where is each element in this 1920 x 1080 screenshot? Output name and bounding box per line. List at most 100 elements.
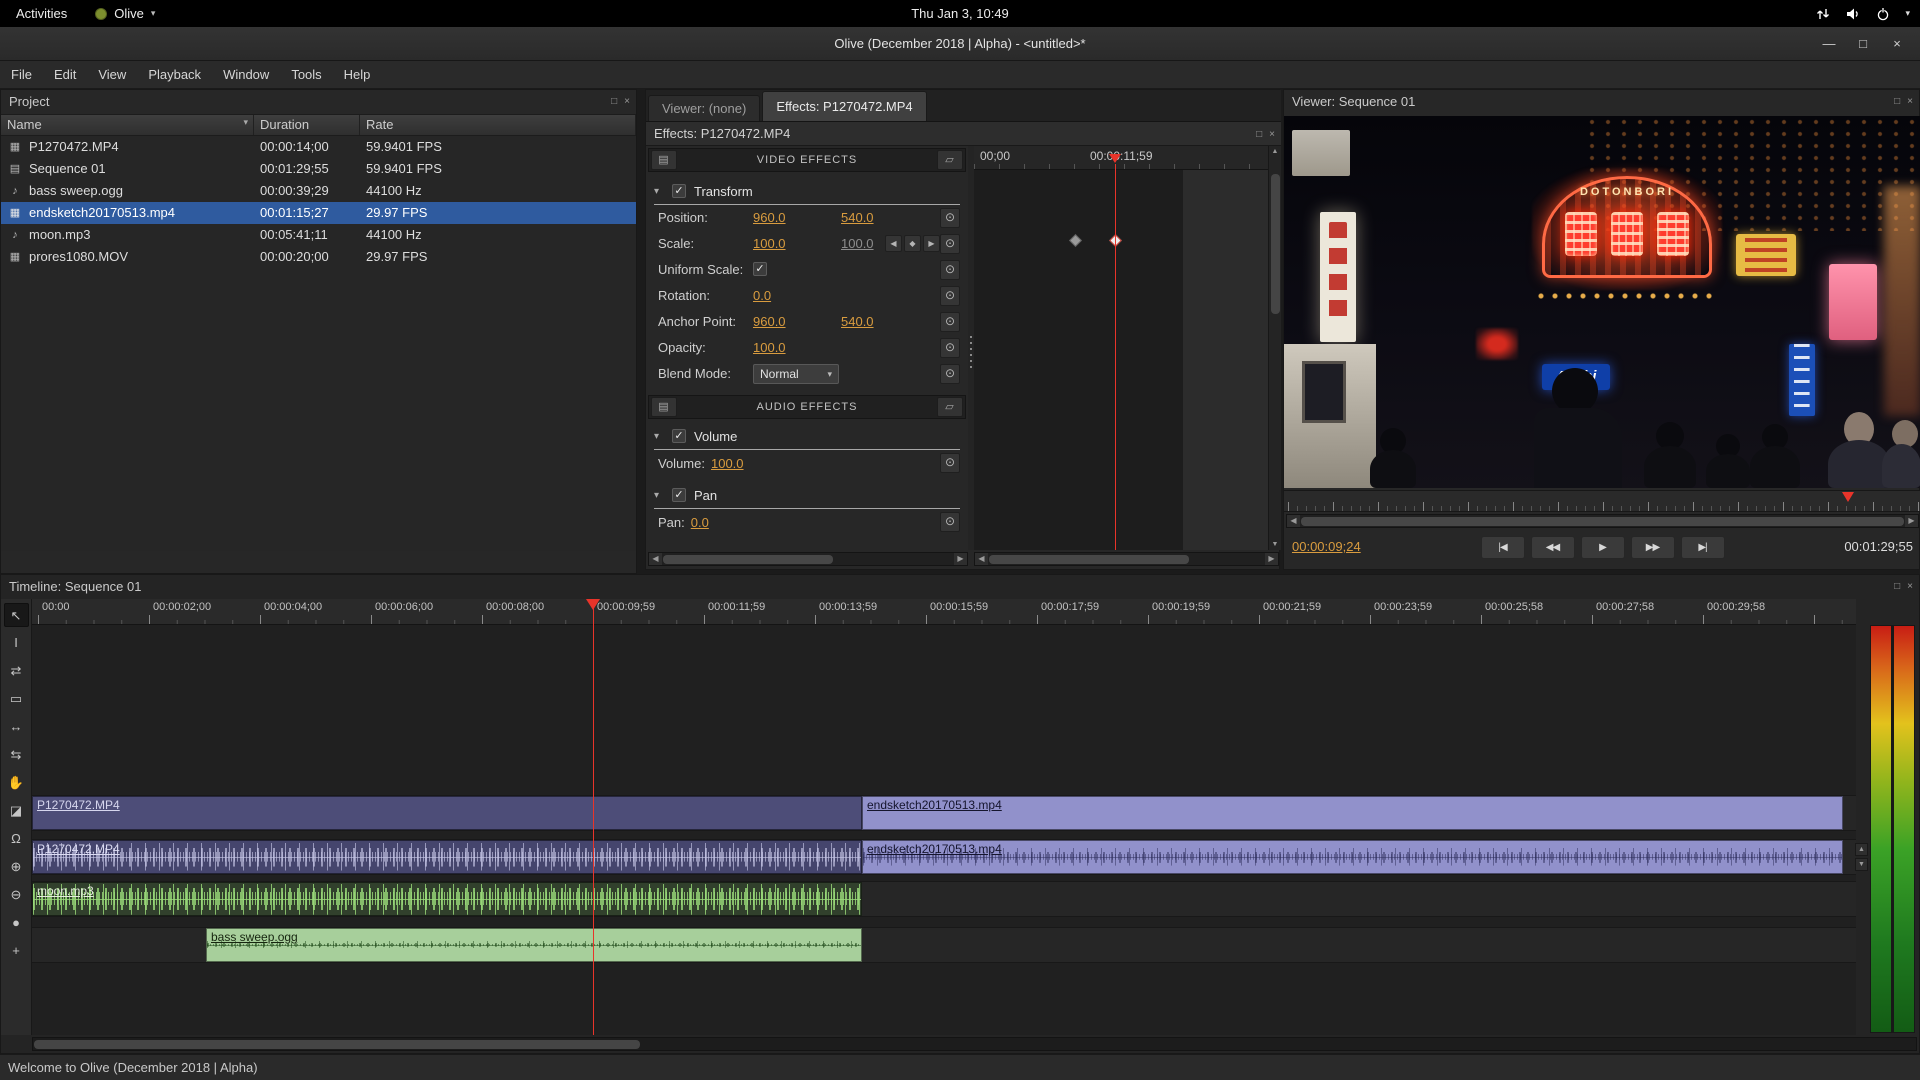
scroll-right-icon[interactable]: ▶ (1905, 515, 1918, 527)
menu-view[interactable]: View (87, 61, 137, 88)
panel-popout-icon[interactable]: □ (611, 90, 617, 114)
keyframe-toggle-icon[interactable]: ⊙ (940, 234, 960, 254)
media-row[interactable]: ♪ bass sweep.ogg 00:00:39;29 44100 Hz (1, 180, 636, 202)
position-y-value[interactable]: 540.0 (841, 210, 874, 225)
media-row-selected[interactable]: ▦ endsketch20170513.mp4 00:01:15;27 29.97… (1, 202, 636, 224)
anchor-x-value[interactable]: 960.0 (753, 314, 786, 329)
timeline-clip-video[interactable]: P1270472.MP4 (32, 796, 862, 830)
menu-edit[interactable]: Edit (43, 61, 87, 88)
viewer-playhead-marker[interactable] (1842, 492, 1854, 508)
anchor-y-value[interactable]: 540.0 (841, 314, 874, 329)
go-to-end-button[interactable]: ▶| (1680, 536, 1725, 559)
hand-tool-icon[interactable]: ✋ (4, 771, 29, 795)
opacity-value[interactable]: 100.0 (753, 340, 786, 355)
timeline-clip-audio[interactable]: moon.mp3 (32, 882, 862, 916)
scrollbar-thumb[interactable] (34, 1040, 640, 1049)
activities-button[interactable]: Activities (0, 0, 83, 27)
transform-enabled-checkbox[interactable]: ✓ (672, 184, 686, 198)
keyframe-ruler[interactable]: 00;00 00:00:11;59 (974, 146, 1268, 170)
app-menu-button[interactable]: Olive ▾ (83, 0, 167, 27)
timeline-clip-audio[interactable]: bass sweep.ogg (206, 928, 862, 962)
slide-tool-icon[interactable]: ⇆ (4, 743, 29, 767)
project-media-list[interactable]: ▦ P1270472.MP4 00:00:14;00 59.9401 FPS ▤ S… (1, 136, 636, 551)
keyframe-toggle-icon[interactable]: ⊙ (940, 312, 960, 332)
timeline-clip-audio[interactable]: endsketch20170513.mp4 (862, 840, 1843, 874)
viewer-ruler[interactable] (1284, 490, 1920, 512)
play-button[interactable]: ▶ (1580, 536, 1625, 559)
menu-playback[interactable]: Playback (137, 61, 212, 88)
keyframe-toggle-icon[interactable]: ⊙ (940, 286, 960, 306)
record-icon[interactable]: ● (4, 911, 29, 935)
desktop-clock[interactable]: Thu Jan 3, 10:49 (911, 0, 1009, 27)
scroll-down-icon[interactable]: ▼ (1269, 541, 1281, 548)
scrollbar-thumb[interactable] (989, 555, 1189, 564)
collapse-arrow-icon[interactable]: ▾ (654, 431, 664, 442)
prev-keyframe-icon[interactable]: ◀ (885, 235, 902, 252)
volume-section-header[interactable]: ▾ ✓ Volume (646, 423, 968, 449)
keyframe-diamond[interactable] (1069, 234, 1082, 247)
add-track-icon[interactable]: + (4, 939, 29, 963)
keyframe-timeline[interactable]: 00;00 00:00:11;59 ▲ ▼ (974, 146, 1281, 550)
window-titlebar[interactable]: Olive (December 2018 | Alpha) - <untitle… (0, 27, 1920, 61)
effect-stack-icon[interactable]: ▤ (651, 150, 677, 170)
scroll-left-icon[interactable]: ◀ (649, 553, 662, 565)
tab-viewer-none[interactable]: Viewer: (none) (648, 95, 761, 121)
scrollbar-thumb[interactable] (663, 555, 833, 564)
keyframe-toggle-icon[interactable]: ⊙ (940, 260, 960, 280)
collapse-arrow-icon[interactable]: ▾ (654, 490, 664, 501)
viewer-horizontal-scrollbar[interactable]: ◀ ▶ (1286, 514, 1919, 528)
timeline-playhead-line[interactable] (593, 599, 594, 1035)
panel-popout-icon[interactable]: □ (1256, 123, 1262, 146)
media-row[interactable]: ♪ moon.mp3 00:05:41;11 44100 Hz (1, 224, 636, 246)
volume-enabled-checkbox[interactable]: ✓ (672, 429, 686, 443)
tab-effects[interactable]: Effects: P1270472.MP4 (762, 91, 927, 121)
column-header-duration[interactable]: Duration (254, 115, 360, 135)
pan-value[interactable]: 0.0 (691, 515, 709, 530)
timeline-horizontal-scrollbar[interactable] (32, 1037, 1917, 1051)
keyframe-toggle-icon[interactable]: ⊙ (940, 364, 960, 384)
timeline-clip-audio[interactable]: P1270472.MP4 (32, 840, 862, 874)
effect-menu-icon[interactable]: ▱ (937, 397, 963, 417)
volume-value[interactable]: 100.0 (711, 456, 744, 471)
timeline-tracks[interactable]: P1270472.MP4 endsketch20170513.mp4 P1270… (32, 625, 1856, 1035)
media-row[interactable]: ▤ Sequence 01 00:01:29;55 59.9401 FPS (1, 158, 636, 180)
scale-y-value[interactable]: 100.0 (841, 236, 874, 251)
video-preview[interactable]: DOTONBORI Asahi (1284, 116, 1920, 488)
scale-x-value[interactable]: 100.0 (753, 236, 786, 251)
panel-close-icon[interactable]: × (1907, 575, 1913, 599)
timeline-vertical-scroll[interactable]: ▲ ▼ (1855, 843, 1868, 871)
column-header-rate[interactable]: Rate (360, 115, 636, 135)
scroll-up-icon[interactable]: ▲ (1269, 148, 1281, 155)
ripple-tool-icon[interactable]: ⇄ (4, 659, 29, 683)
scrollbar-thumb[interactable] (1271, 174, 1280, 314)
scroll-right-icon[interactable]: ▶ (954, 553, 967, 565)
keyframe-horizontal-scrollbar[interactable]: ◀ ▶ (974, 552, 1279, 566)
panel-close-icon[interactable]: × (1269, 123, 1275, 146)
keyframe-toggle-icon[interactable]: ⊙ (940, 453, 960, 473)
next-keyframe-icon[interactable]: ▶ (923, 235, 940, 252)
position-x-value[interactable]: 960.0 (753, 210, 786, 225)
menu-window[interactable]: Window (212, 61, 280, 88)
current-timecode[interactable]: 00:00:09;24 (1292, 539, 1361, 554)
system-tray[interactable]: ▾ (1815, 0, 1910, 27)
timeline-clip-video[interactable]: endsketch20170513.mp4 (862, 796, 1843, 830)
snapping-toggle-icon[interactable]: Ω (4, 827, 29, 851)
panel-close-icon[interactable]: × (1907, 90, 1913, 114)
keyframe-toggle-icon[interactable]: ⊙ (940, 338, 960, 358)
keyframe-toggle-icon[interactable]: ⊙ (940, 208, 960, 228)
pan-section-header[interactable]: ▾ ✓ Pan (646, 482, 968, 508)
pan-enabled-checkbox[interactable]: ✓ (672, 488, 686, 502)
pointer-tool-icon[interactable]: ↖ (3, 603, 29, 627)
media-row[interactable]: ▦ prores1080.MOV 00:00:20;00 29.97 FPS (1, 246, 636, 268)
menu-file[interactable]: File (0, 61, 43, 88)
keyframe-vertical-scrollbar[interactable]: ▲ ▼ (1268, 146, 1281, 550)
scroll-left-icon[interactable]: ◀ (1287, 515, 1300, 527)
slip-tool-icon[interactable]: ↔ (4, 715, 29, 739)
keyframe-toggle-icon[interactable]: ⊙ (940, 512, 960, 532)
transform-section-header[interactable]: ▾ ✓ Transform (646, 178, 968, 204)
fast-forward-button[interactable]: ▶▶ (1630, 536, 1675, 559)
scrollbar-thumb[interactable] (1301, 517, 1904, 526)
panel-close-icon[interactable]: × (624, 90, 630, 114)
scroll-down-icon[interactable]: ▼ (1855, 858, 1868, 871)
go-to-start-button[interactable]: |◀ (1480, 536, 1525, 559)
